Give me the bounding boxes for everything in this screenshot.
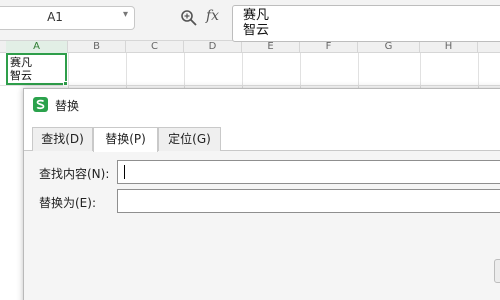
chevron-down-icon[interactable]: ▾ xyxy=(123,9,128,20)
dialog-body: 查找内容(N): 替换为(E): xyxy=(24,151,500,300)
grid-line xyxy=(0,85,500,86)
replace-label: 替换为(E): xyxy=(39,196,96,210)
cell-a1-line1: 赛凡 xyxy=(10,56,32,69)
grid-line xyxy=(300,53,301,93)
dialog-titlebar[interactable]: 替换 xyxy=(24,89,500,122)
column-header-f[interactable]: F xyxy=(300,41,358,53)
tab-goto[interactable]: 定位(G) xyxy=(158,127,221,151)
cell-a1-line2: 智云 xyxy=(10,69,32,82)
name-box-value: A1 xyxy=(47,10,63,24)
wps-s-icon xyxy=(33,97,48,112)
column-header-a[interactable]: A xyxy=(6,41,68,53)
dialog-tabs: 查找(D) 替换(P) 定位(G) xyxy=(24,122,500,152)
find-input[interactable] xyxy=(117,160,500,184)
grid-line xyxy=(126,53,127,93)
formula-text-line2: 智云 xyxy=(243,23,270,38)
tab-find[interactable]: 查找(D) xyxy=(32,127,93,151)
zoom-icon[interactable] xyxy=(180,9,198,27)
cell-a1[interactable]: 赛凡 智云 xyxy=(6,53,67,85)
fx-icon[interactable]: fx xyxy=(206,8,219,24)
formula-text-line1: 赛凡 xyxy=(243,8,270,23)
text-cursor xyxy=(124,165,125,179)
formula-bar: A1 ▾ fx 赛凡 智云 xyxy=(0,0,500,42)
grid-line xyxy=(478,53,479,93)
column-header-d[interactable]: D xyxy=(184,41,242,53)
column-header-b[interactable]: B xyxy=(68,41,126,53)
dialog-title: 替换 xyxy=(55,99,80,113)
sheet-grid[interactable]: 赛凡 智云 xyxy=(0,53,500,93)
grid-line xyxy=(358,53,359,93)
grid-line xyxy=(242,53,243,93)
column-header-c[interactable]: C xyxy=(126,41,184,53)
column-header-g[interactable]: G xyxy=(358,41,420,53)
fill-handle[interactable] xyxy=(63,81,68,86)
find-label: 查找内容(N): xyxy=(39,167,110,181)
replace-input[interactable] xyxy=(117,189,500,213)
grid-line xyxy=(420,53,421,93)
grid-line xyxy=(184,53,185,93)
name-box[interactable]: A1 ▾ xyxy=(0,6,135,30)
replace-dialog: 替换 查找(D) 替换(P) 定位(G) 查找内容(N): 替换为(E): xyxy=(23,88,500,300)
grid-line xyxy=(68,53,69,93)
column-header-h[interactable]: H xyxy=(420,41,478,53)
formula-input[interactable]: 赛凡 智云 xyxy=(232,5,500,42)
column-header-e[interactable]: E xyxy=(242,41,300,53)
dialog-button-partial[interactable] xyxy=(494,259,500,283)
tab-replace[interactable]: 替换(P) xyxy=(93,127,158,152)
